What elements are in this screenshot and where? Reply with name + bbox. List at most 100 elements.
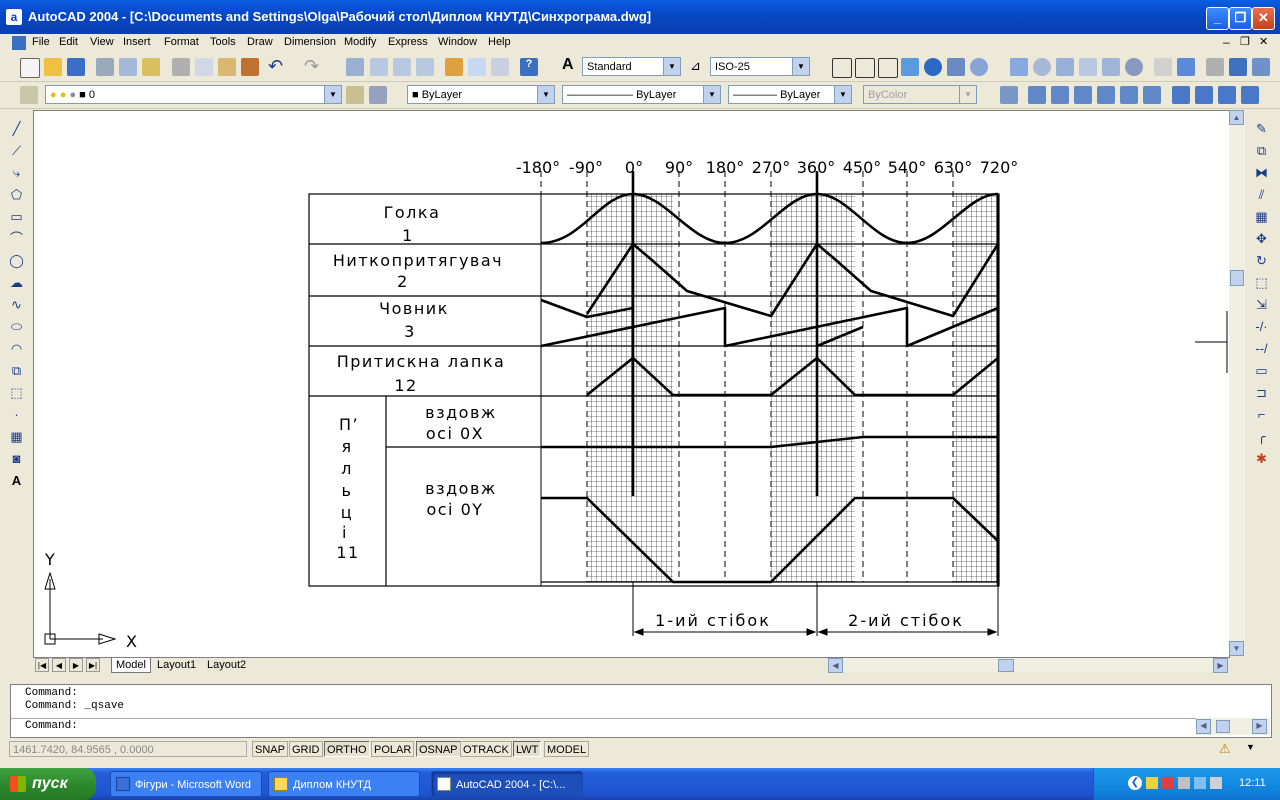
explode-icon[interactable]: ✱ [1253,450,1270,467]
chevron-down-icon[interactable]: ▼ [537,86,554,103]
command-scroll-thumb[interactable] [1216,720,1230,733]
orbit-icon[interactable] [970,58,988,76]
copy-icon[interactable] [195,58,213,76]
rectangle-icon[interactable]: ▭ [8,208,25,225]
tray-icon[interactable] [1178,777,1190,789]
view-right-icon[interactable] [1074,86,1092,104]
task-autocad[interactable]: AutoCAD 2004 - [C:\... [431,771,583,797]
ne-iso-icon[interactable] [1218,86,1236,104]
scroll-down-icon[interactable]: ▼ [1229,641,1244,656]
task-word[interactable]: Фігури - Microsoft Word [110,771,262,797]
chevron-down-icon[interactable]: ▼ [834,86,851,103]
menu-insert[interactable]: Insert [123,36,151,48]
minimize-button[interactable]: _ [1206,7,1229,30]
close-button[interactable]: ✕ [1252,7,1275,30]
start-button[interactable]: пуск [0,768,96,800]
menu-dimension[interactable]: Dimension [284,36,336,48]
erase-icon[interactable]: ✎ [1253,120,1270,137]
ortho-toggle[interactable]: ORTHO [324,741,370,757]
redo-icon[interactable]: ↷ [304,56,319,77]
offset-icon[interactable]: ⫽ [1253,186,1270,203]
prev-tab-icon[interactable]: ◀ [52,658,66,672]
ellipse-icon[interactable]: ⬭ [8,318,25,335]
zoom-realtime-icon[interactable] [370,58,388,76]
tray-icon[interactable] [1194,777,1206,789]
hatch-icon[interactable]: ▦ [8,428,25,445]
design-center-icon[interactable] [468,58,486,76]
wireframe-icon[interactable] [878,58,898,78]
wedge-icon[interactable] [1102,58,1120,76]
doc-restore-button[interactable]: ❐ [1240,35,1250,48]
make-object-layer-current-icon[interactable] [346,86,364,104]
undo-icon[interactable]: ↶ [268,56,283,77]
menu-express[interactable]: Express [388,36,428,48]
match-properties-icon[interactable] [241,58,259,76]
scale-icon[interactable]: ⬚ [1253,274,1270,291]
command-prompt[interactable]: Command: [25,720,78,733]
zoom-previous-icon[interactable] [416,58,434,76]
multiline-text-icon[interactable]: A [8,472,25,489]
maximize-button[interactable]: ❐ [1229,7,1252,30]
revision-cloud-icon[interactable]: ☁ [8,274,25,291]
communication-center-icon[interactable]: ⚠ [1219,741,1231,757]
view-top-icon[interactable] [855,58,875,78]
se-iso-icon[interactable] [1195,86,1213,104]
view-named-icon[interactable] [1000,86,1018,104]
chamfer-icon[interactable]: ⌐ [1253,406,1270,423]
command-window[interactable]: Command: Command: _qsave Command: ◀ ▶ [10,684,1272,738]
first-tab-icon[interactable]: |◀ [35,658,49,672]
chevron-down-icon[interactable]: ▼ [703,86,720,103]
vertical-scroll-thumb[interactable] [1230,270,1244,286]
lineweight-select[interactable]: ———— ByLayer ▼ [728,85,852,104]
box-icon[interactable] [901,58,919,76]
tray-icon[interactable] [1146,777,1158,789]
section-icon[interactable] [1229,58,1247,76]
insert-block-icon[interactable]: ⧉ [8,362,25,379]
next-tab-icon[interactable]: ▶ [69,658,83,672]
new-icon[interactable] [20,58,40,78]
open-icon[interactable] [44,58,62,76]
flat-shaded-icon[interactable] [947,58,965,76]
view-front-icon[interactable] [1028,86,1046,104]
extend-icon[interactable]: --/ [1253,340,1270,357]
layer-manager-icon[interactable] [20,86,38,104]
tray-icon[interactable] [1162,777,1174,789]
tab-model[interactable]: Model [111,658,151,673]
scroll-right-icon[interactable]: ▶ [1213,658,1228,673]
doc-close-button[interactable]: ✕ [1259,35,1268,48]
help-icon[interactable]: ? [520,58,538,76]
view-left-icon[interactable] [1051,86,1069,104]
tab-layout1[interactable]: Layout1 [153,658,200,672]
tool-palettes-icon[interactable] [491,58,509,76]
color-select[interactable]: ■ ByLayer ▼ [407,85,555,104]
volume-icon[interactable] [1210,777,1222,789]
make-block-icon[interactable]: ⬚ [8,384,25,401]
vertical-scrollbar[interactable]: ▲ ▼ [1229,110,1245,656]
rotate-icon[interactable]: ↻ [1253,252,1270,269]
menu-file[interactable]: File [32,36,50,48]
scroll-left-icon[interactable]: ◀ [1196,719,1211,734]
task-folder[interactable]: Диплом КНУТД [268,771,420,797]
move-icon[interactable]: ✥ [1253,230,1270,247]
status-menu-icon[interactable]: ▼ [1246,742,1255,752]
revolve-icon[interactable] [1177,58,1195,76]
lwt-toggle[interactable]: LWT [513,741,542,757]
trim-icon[interactable]: -/· [1253,318,1270,335]
menu-window[interactable]: Window [438,36,477,48]
horizontal-scrollbar[interactable]: ◀ ▶ [828,658,1228,673]
polyline-icon[interactable]: ⤷ [8,164,25,181]
join-icon[interactable]: ⊐ [1253,384,1270,401]
region-icon[interactable]: ◙ [8,450,25,467]
publish-icon[interactable] [142,58,160,76]
mirror-icon[interactable]: ⧓ [1253,164,1270,181]
menu-modify[interactable]: Modify [344,36,376,48]
paste-icon[interactable] [218,58,236,76]
menu-help[interactable]: Help [488,36,511,48]
construction-line-icon[interactable]: ⟋ [8,142,25,159]
stretch-icon[interactable]: ⇲ [1253,296,1270,313]
view-back-icon[interactable] [1097,86,1115,104]
fillet-icon[interactable]: ╭ [1253,428,1270,445]
text-style-select[interactable]: Standard ▼ [582,57,681,76]
tray-expand-icon[interactable]: ❮ [1128,776,1142,790]
copy-object-icon[interactable]: ⧉ [1253,142,1270,159]
